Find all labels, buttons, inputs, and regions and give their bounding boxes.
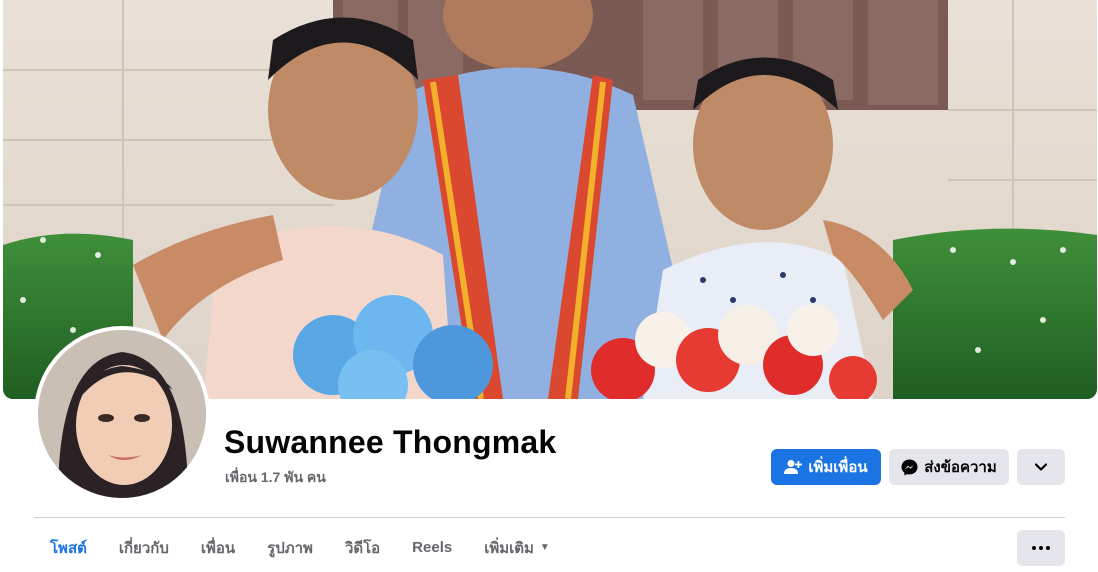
tab-photos[interactable]: รูปภาพ — [251, 523, 329, 572]
tab-videos[interactable]: วิดีโอ — [329, 523, 396, 572]
ellipsis-icon — [1032, 546, 1050, 550]
avatar-photo — [38, 330, 206, 498]
profile-tabs: โพสต์ เกี่ยวกับ เพื่อน รูปภาพ วิดีโอ Ree… — [34, 523, 566, 572]
message-button[interactable]: ส่งข้อความ — [889, 449, 1009, 485]
profile-avatar[interactable] — [34, 326, 210, 502]
tab-videos-label: วิดีโอ — [344, 539, 381, 557]
tab-posts-label: โพสต์ — [50, 539, 87, 557]
add-friend-button[interactable]: เพิ่มเพื่อน — [771, 449, 881, 485]
tab-about-label: เกี่ยวกับ — [118, 539, 169, 557]
profile-name: Suwannee Thongmak — [224, 424, 557, 460]
add-friend-label: เพิ่มเพื่อน — [808, 459, 868, 476]
header-divider — [34, 517, 1065, 518]
ellipsis-button[interactable] — [1017, 530, 1065, 566]
tab-more-label: เพิ่มเติม — [484, 539, 534, 557]
avatar-image — [38, 330, 206, 498]
tab-reels-label: Reels — [412, 539, 453, 556]
more-options-button[interactable] — [1017, 449, 1065, 485]
message-label: ส่งข้อความ — [924, 459, 997, 476]
tab-friends[interactable]: เพื่อน — [185, 523, 251, 572]
tab-more[interactable]: เพิ่มเติม ▼ — [468, 523, 566, 572]
chevron-down-icon — [1035, 463, 1047, 471]
tab-photos-label: รูปภาพ — [267, 539, 313, 557]
tab-posts[interactable]: โพสต์ — [34, 523, 103, 572]
tab-friends-label: เพื่อน — [200, 539, 236, 557]
tab-reels[interactable]: Reels — [396, 523, 468, 572]
friends-count[interactable]: เพื่อน 1.7 พัน คน — [225, 467, 326, 489]
profile-page: Suwannee Thongmak เพื่อน 1.7 พัน คน เพิ่… — [0, 0, 1098, 572]
messenger-icon — [901, 459, 918, 476]
person-plus-icon — [784, 459, 803, 475]
tab-about[interactable]: เกี่ยวกับ — [103, 523, 185, 572]
caret-down-icon: ▼ — [539, 542, 550, 553]
